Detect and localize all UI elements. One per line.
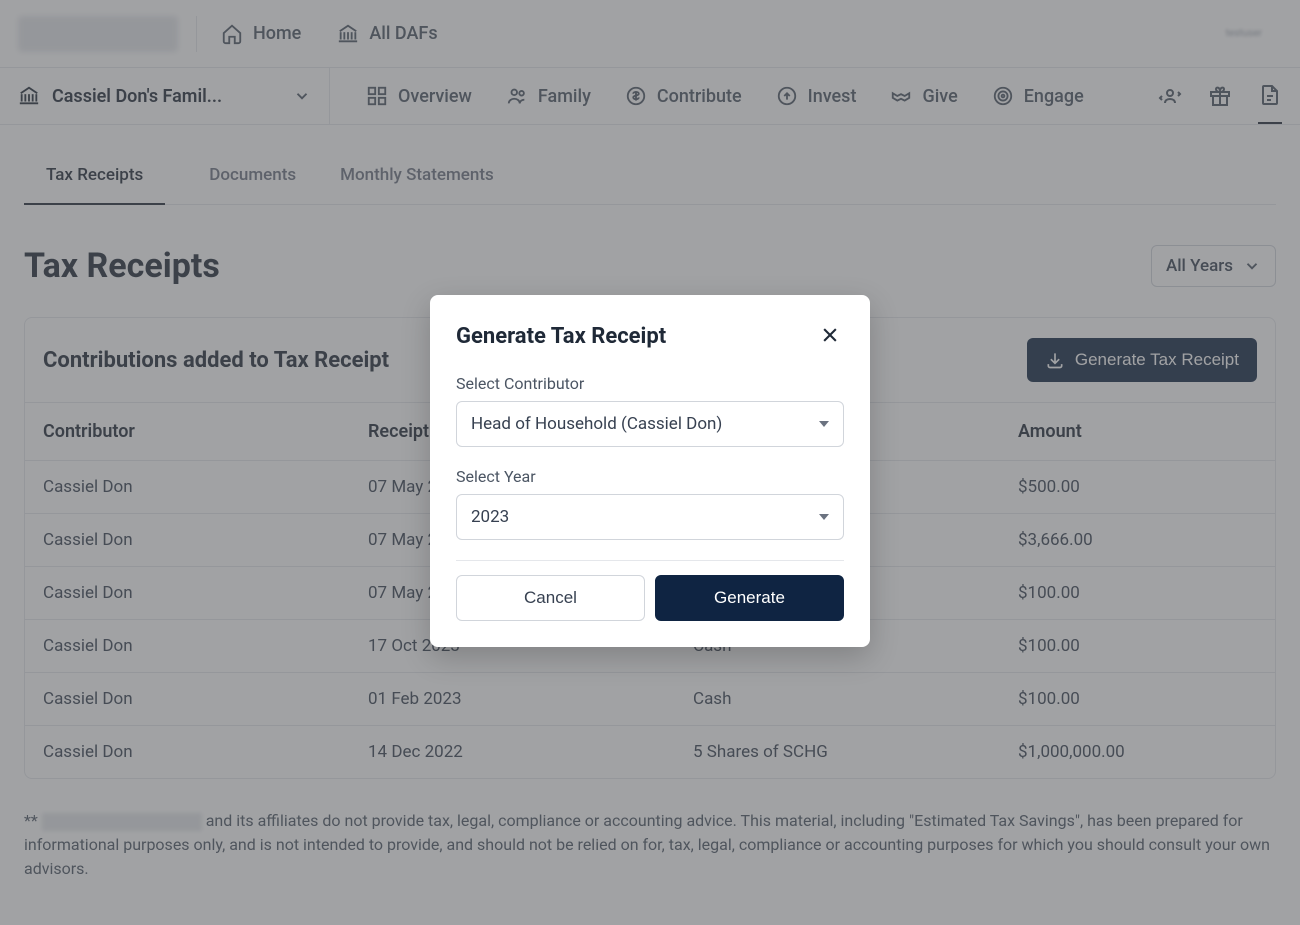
year-select[interactable]: 2023: [456, 494, 844, 540]
contributor-label: Select Contributor: [456, 374, 844, 393]
modal-actions: Cancel Generate: [456, 560, 844, 621]
generate-receipt-modal: Generate Tax Receipt Select Contributor …: [430, 295, 870, 647]
modal-title: Generate Tax Receipt: [456, 324, 666, 349]
contributor-select[interactable]: Head of Household (Cassiel Don): [456, 401, 844, 447]
dropdown-caret-icon: [819, 421, 829, 427]
modal-head: Generate Tax Receipt: [456, 321, 844, 352]
dropdown-caret-icon: [819, 514, 829, 520]
contributor-value: Head of Household (Cassiel Don): [471, 414, 722, 434]
year-value: 2023: [471, 507, 509, 527]
modal-close-button[interactable]: [816, 321, 844, 352]
cancel-button[interactable]: Cancel: [456, 575, 645, 621]
year-label: Select Year: [456, 467, 844, 486]
close-icon: [820, 325, 840, 345]
generate-button[interactable]: Generate: [655, 575, 844, 621]
modal-overlay[interactable]: Generate Tax Receipt Select Contributor …: [0, 0, 1300, 925]
